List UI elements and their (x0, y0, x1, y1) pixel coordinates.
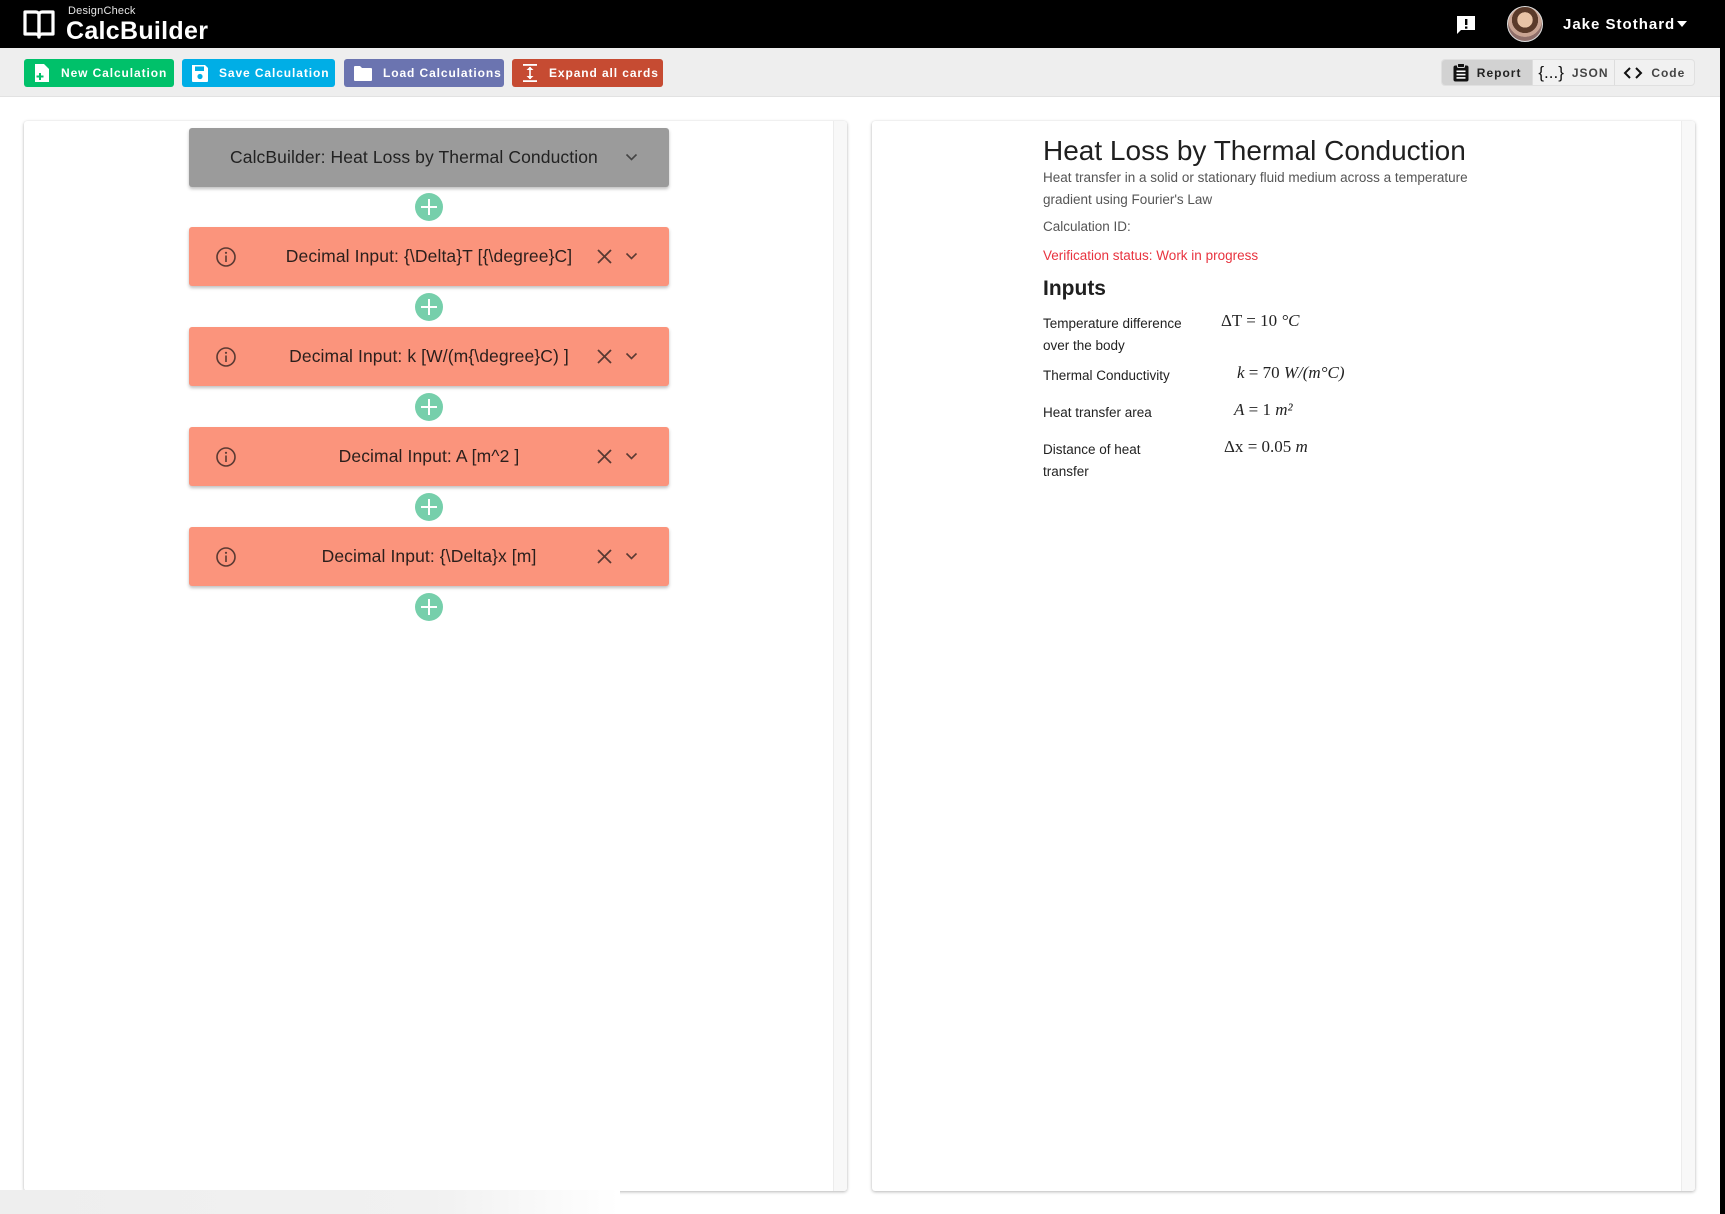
chevron-down-icon[interactable] (625, 551, 638, 561)
input-value: 70 (1262, 363, 1280, 382)
input-label: Heat transfer area (1043, 405, 1152, 420)
calculation-id-label: Calculation ID: (1043, 219, 1131, 234)
view-toggle-code[interactable]: Code (1613, 60, 1694, 85)
input-unit: m² (1275, 400, 1293, 419)
close-icon[interactable] (596, 348, 613, 365)
chevron-down-icon[interactable] (625, 351, 638, 361)
clipboard-icon (1453, 63, 1469, 82)
input-symbol: Δx (1224, 437, 1244, 456)
user-name[interactable]: Jake Stothard (1563, 16, 1675, 33)
feedback-icon[interactable] (1455, 14, 1477, 36)
app-title[interactable]: CalcBuilder (66, 17, 208, 46)
input-label: Temperature difference over the body (1043, 316, 1182, 353)
info-icon[interactable] (215, 246, 237, 268)
save-calculation-button[interactable]: Save Calculation (182, 59, 335, 87)
report-label: Report (1476, 65, 1522, 80)
input-symbol: k (1237, 363, 1245, 382)
builder-scrollbar[interactable] (833, 121, 847, 1191)
code-icon (1623, 66, 1643, 79)
input-card-title[interactable]: Decimal Input: {\Delta}T [{\degree}C] (286, 246, 572, 267)
new-calculation-label: New Calculation (61, 66, 168, 80)
builder-panel: CalcBuilder: Heat Loss by Thermal Conduc… (24, 121, 847, 1191)
inputs-heading: Inputs (1043, 277, 1106, 300)
expand-all-cards-button[interactable]: Expand all cards (512, 59, 663, 87)
input-formula: ΔT = 10 °C (1221, 311, 1300, 330)
chevron-down-icon[interactable] (625, 152, 638, 162)
caret-down-icon[interactable] (1677, 21, 1687, 27)
input-formula: A = 1 m² (1234, 400, 1293, 419)
calc-header-card[interactable]: CalcBuilder: Heat Loss by Thermal Conduc… (189, 128, 669, 187)
info-icon[interactable] (215, 446, 237, 468)
input-card-title[interactable]: Decimal Input: {\Delta}x [m] (322, 546, 537, 567)
input-card-title[interactable]: Decimal Input: k [W/(m{\degree}C) ] (289, 346, 569, 367)
add-card-button[interactable] (415, 393, 443, 421)
braces-icon: {...} (1538, 62, 1564, 82)
verification-status: Verification status: Work in progress (1043, 248, 1259, 263)
bottom-bar-shadow (0, 1190, 620, 1214)
load-calculations-button[interactable]: Load Calculations (344, 59, 504, 87)
input-card[interactable]: Decimal Input: k [W/(m{\degree}C) ] (189, 327, 669, 386)
user-avatar[interactable] (1507, 6, 1543, 42)
add-card-button[interactable] (415, 493, 443, 521)
view-toggle-group: Report {...} JSON Code (1441, 59, 1695, 86)
input-symbol: ΔT (1221, 311, 1243, 330)
brand-subtitle: DesignCheck (68, 5, 136, 17)
view-toggle-report[interactable]: Report (1442, 60, 1533, 85)
file-plus-icon (35, 64, 49, 82)
input-value: 1 (1262, 400, 1271, 419)
floppy-disk-icon (192, 65, 208, 82)
chevron-down-icon[interactable] (625, 451, 638, 461)
add-card-button[interactable] (415, 293, 443, 321)
code-label: Code (1651, 65, 1686, 80)
input-formula: k = 70 W/(m°C) (1237, 363, 1345, 382)
close-icon[interactable] (596, 448, 613, 465)
calculation-id: Calculation ID: (1043, 219, 1131, 234)
new-calculation-button[interactable]: New Calculation (24, 59, 174, 87)
save-calculation-label: Save Calculation (219, 66, 330, 80)
add-card-button[interactable] (415, 193, 443, 221)
top-navigation-bar: DesignCheck CalcBuilder Jake Stothard (0, 0, 1720, 48)
input-formula: Δx = 0.05 m (1224, 437, 1308, 456)
chevron-down-icon[interactable] (625, 251, 638, 261)
input-symbol: A (1234, 400, 1245, 419)
close-icon[interactable] (596, 248, 613, 265)
report-description: Heat transfer in a solid or stationary f… (1043, 170, 1468, 207)
report-scrollbar[interactable] (1681, 121, 1695, 1191)
app-window: DesignCheck CalcBuilder Jake Stothard Ne… (0, 0, 1720, 1214)
input-unit: °C (1281, 311, 1300, 330)
report-panel: Heat Loss by Thermal Conduction Heat tra… (872, 121, 1695, 1191)
json-label: JSON (1571, 65, 1609, 80)
info-icon[interactable] (215, 546, 237, 568)
close-icon[interactable] (596, 548, 613, 565)
input-card[interactable]: Decimal Input: A [m^2 ] (189, 427, 669, 486)
add-card-button[interactable] (415, 593, 443, 621)
input-card[interactable]: Decimal Input: {\Delta}T [{\degree}C] (189, 227, 669, 286)
toolbar: New Calculation Save Calculation Load Ca… (0, 48, 1720, 97)
input-card-title[interactable]: Decimal Input: A [m^2 ] (339, 446, 520, 467)
load-calculations-label: Load Calculations (383, 66, 502, 80)
expand-all-cards-label: Expand all cards (549, 66, 659, 80)
report-title: Heat Loss by Thermal Conduction (1043, 135, 1466, 166)
book-open-icon[interactable] (22, 8, 56, 42)
folder-icon (354, 66, 372, 81)
info-icon[interactable] (215, 346, 237, 368)
input-unit: m (1295, 437, 1308, 456)
input-value: 0.05 (1261, 437, 1292, 456)
input-unit: W/(m°C) (1283, 363, 1345, 382)
input-card[interactable]: Decimal Input: {\Delta}x [m] (189, 527, 669, 586)
view-toggle-json[interactable]: {...} JSON (1532, 60, 1613, 85)
input-label: Thermal Conductivity (1043, 368, 1170, 383)
input-label: Distance of heat transfer (1043, 442, 1141, 479)
expand-vertical-icon (523, 64, 537, 82)
calc-header-title[interactable]: CalcBuilder: Heat Loss by Thermal Conduc… (230, 147, 598, 168)
input-value: 10 (1260, 311, 1278, 330)
